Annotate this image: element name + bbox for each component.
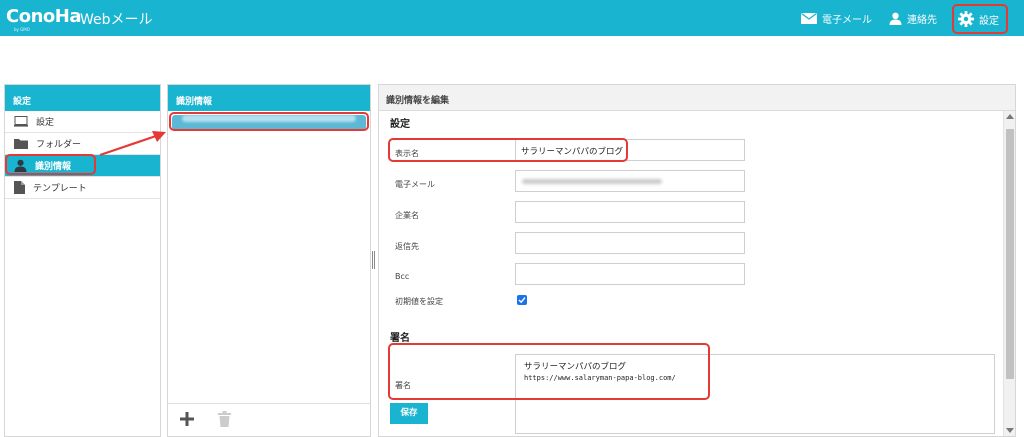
nav-settings[interactable]: 設定 <box>952 5 1008 33</box>
checkmark-icon <box>518 297 526 304</box>
nav-contacts[interactable]: 連絡先 <box>889 0 937 36</box>
edit-identity-title: 識別情報を編集 <box>379 85 1015 111</box>
identities-list-panel: 識別情報 <box>167 84 371 437</box>
company-label: 企業名 <box>395 211 419 220</box>
gear-icon <box>958 11 974 27</box>
identities-toolbar <box>168 403 370 436</box>
signature-section-title: 署名 <box>390 333 410 344</box>
bcc-label: Bcc <box>395 272 410 281</box>
sidebar-item-folders[interactable]: フォルダー <box>5 133 160 155</box>
settings-sidebar: 設定 設定 フォルダー 識別情報 テンプレート <box>4 84 161 437</box>
signature-line-2: https://www.salaryman-papa-blog.com/ <box>524 374 676 382</box>
nav-mail[interactable]: 電子メール <box>801 0 872 36</box>
delete-identity-icon[interactable] <box>218 411 231 427</box>
edit-identity-panel: 識別情報を編集 設定 表示名 サラリーマンパパのブログ 電子メール 企業名 返信… <box>378 84 1016 437</box>
form-scrollbar[interactable] <box>1003 111 1015 436</box>
scroll-down-icon[interactable] <box>1006 428 1014 434</box>
user-icon <box>889 12 902 25</box>
signature-label: 署名 <box>395 381 411 390</box>
email-label: 電子メール <box>395 180 435 189</box>
reply-to-label: 返信先 <box>395 242 419 251</box>
document-icon <box>14 181 25 194</box>
folder-icon <box>14 139 28 149</box>
email-input[interactable] <box>515 170 745 192</box>
set-default-label: 初期値を設定 <box>395 297 443 306</box>
edit-identity-form: 設定 表示名 サラリーマンパパのブログ 電子メール 企業名 返信先 Bcc 初期… <box>379 111 1002 436</box>
panel-splitter[interactable] <box>372 251 376 269</box>
sidebar-item-settings-label: 設定 <box>36 118 55 128</box>
signature-line-1: サラリーマンパパのブログ <box>524 362 627 372</box>
scroll-up-icon[interactable] <box>1006 113 1014 119</box>
sidebar-item-templates[interactable]: テンプレート <box>5 177 160 199</box>
display-name-label: 表示名 <box>395 149 419 158</box>
company-input[interactable] <box>515 201 745 223</box>
envelope-icon <box>801 12 817 24</box>
sidebar-item-templates-label: テンプレート <box>33 184 87 194</box>
set-default-checkbox[interactable] <box>517 295 527 305</box>
person-icon <box>14 159 27 172</box>
sidebar-item-identities[interactable]: 識別情報 <box>5 155 160 177</box>
add-identity-icon[interactable] <box>180 412 194 426</box>
app-name: Webメール <box>80 12 153 28</box>
sidebar-title: 設定 <box>5 85 160 111</box>
nav-settings-label: 設定 <box>979 15 999 27</box>
sidebar-item-identities-label: 識別情報 <box>35 162 72 172</box>
scroll-thumb[interactable] <box>1006 129 1014 379</box>
nav-mail-label: 電子メール <box>822 14 872 26</box>
sidebar-item-settings[interactable]: 設定 <box>5 111 160 133</box>
bcc-input[interactable] <box>515 263 745 285</box>
save-button[interactable]: 保存 <box>390 403 428 424</box>
identity-blurred-text <box>182 115 356 122</box>
nav-contacts-label: 連絡先 <box>907 14 937 26</box>
signature-textarea[interactable]: サラリーマンパパのブログ https://www.salaryman-papa-… <box>515 354 995 434</box>
app-logo[interactable]: ConoHa <box>6 6 81 27</box>
settings-section-title: 設定 <box>390 119 410 130</box>
monitor-icon <box>14 116 28 127</box>
display-name-input[interactable]: サラリーマンパパのブログ <box>515 139 745 161</box>
identities-list-title: 識別情報 <box>168 85 370 111</box>
identity-list-item[interactable] <box>172 115 366 130</box>
logo-subtext: by GMO <box>14 27 30 32</box>
email-blurred-text <box>522 179 662 184</box>
top-bar: ConoHa by GMO Webメール 電子メール 連絡先 設定 <box>0 0 1024 36</box>
reply-to-input[interactable] <box>515 232 745 254</box>
webmail-app: ConoHa by GMO Webメール 電子メール 連絡先 設定 設定 設定 … <box>0 0 1024 437</box>
sidebar-item-folders-label: フォルダー <box>36 140 82 150</box>
